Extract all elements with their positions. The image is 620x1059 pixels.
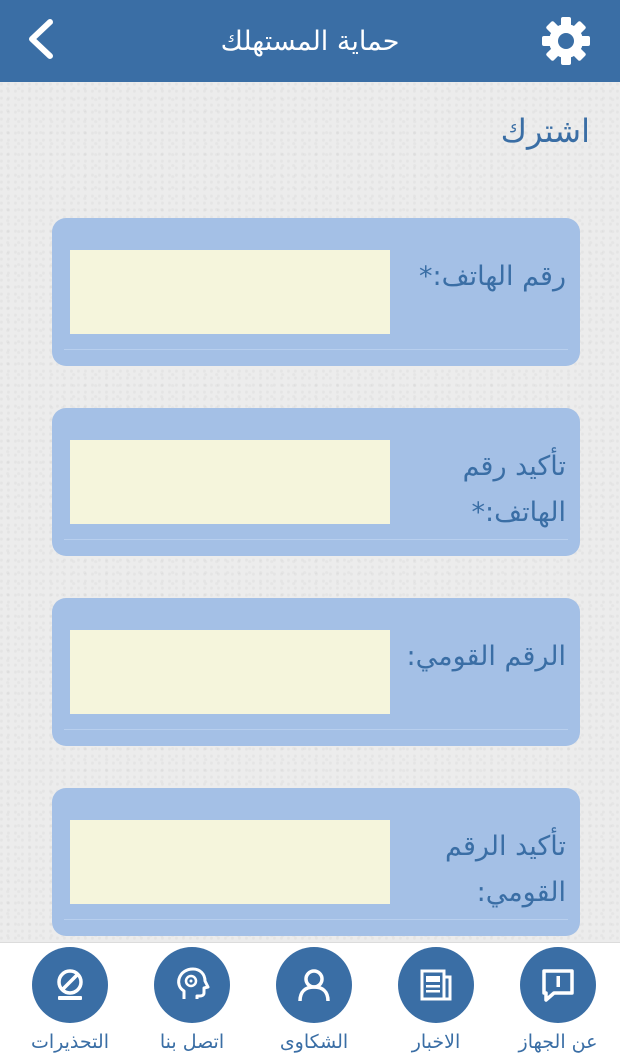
card-divider (64, 539, 568, 540)
card-divider (64, 919, 568, 920)
nav-label-news: الاخبار (411, 1031, 461, 1053)
head-headset-icon (177, 967, 210, 999)
confirm-phone-card: تأكيد رقم الهاتف:* (52, 408, 580, 556)
phone-card: رقم الهاتف:* (52, 218, 580, 366)
national-id-label: الرقم القومي: (406, 641, 566, 672)
nav-item-news[interactable]: الاخبار (374, 943, 498, 1059)
page-title: حماية المستهلك (220, 25, 400, 57)
card-divider (64, 729, 568, 730)
chevron-left-icon (29, 19, 53, 59)
phone-label: رقم الهاتف:* (419, 261, 566, 292)
card-divider (64, 349, 568, 350)
bottom-nav: عن الجهاز الاخبار الشكاوى اتصل بنا التحذ… (0, 942, 620, 1059)
section-title: اشترك (500, 112, 590, 150)
confirm-phone-input[interactable] (70, 440, 390, 524)
settings-button[interactable] (540, 15, 592, 67)
nav-item-about[interactable]: عن الجهاز (496, 943, 620, 1059)
nav-item-complaints[interactable]: الشكاوى (252, 943, 376, 1059)
confirm-national-id-card: تأكيد الرقم القومي: (52, 788, 580, 936)
newspaper-icon (420, 969, 452, 1001)
user-icon (298, 969, 330, 1002)
content-area: اشترك رقم الهاتف:* تأكيد رقم الهاتف:* ال… (0, 82, 620, 942)
speech-bubble-icon (542, 969, 574, 1002)
confirm-national-id-input[interactable] (70, 820, 390, 904)
confirm-phone-label: تأكيد رقم الهاتف:* (462, 451, 566, 528)
nav-label-about: عن الجهاز (518, 1031, 598, 1053)
nav-item-warnings[interactable]: التحذيرات (8, 943, 132, 1059)
back-button[interactable] (20, 14, 64, 64)
national-id-card: الرقم القومي: (52, 598, 580, 746)
warning-icon (57, 969, 83, 1000)
nav-item-contact[interactable]: اتصل بنا (130, 943, 254, 1059)
phone-input[interactable] (70, 250, 390, 334)
app-header: حماية المستهلك (0, 0, 620, 82)
confirm-national-id-label: تأكيد الرقم القومي: (445, 831, 566, 908)
nav-label-warnings: التحذيرات (31, 1031, 109, 1053)
nav-label-complaints: الشكاوى (279, 1031, 349, 1053)
nav-label-contact: اتصل بنا (159, 1031, 225, 1053)
gear-icon (542, 17, 590, 65)
national-id-input[interactable] (70, 630, 390, 714)
